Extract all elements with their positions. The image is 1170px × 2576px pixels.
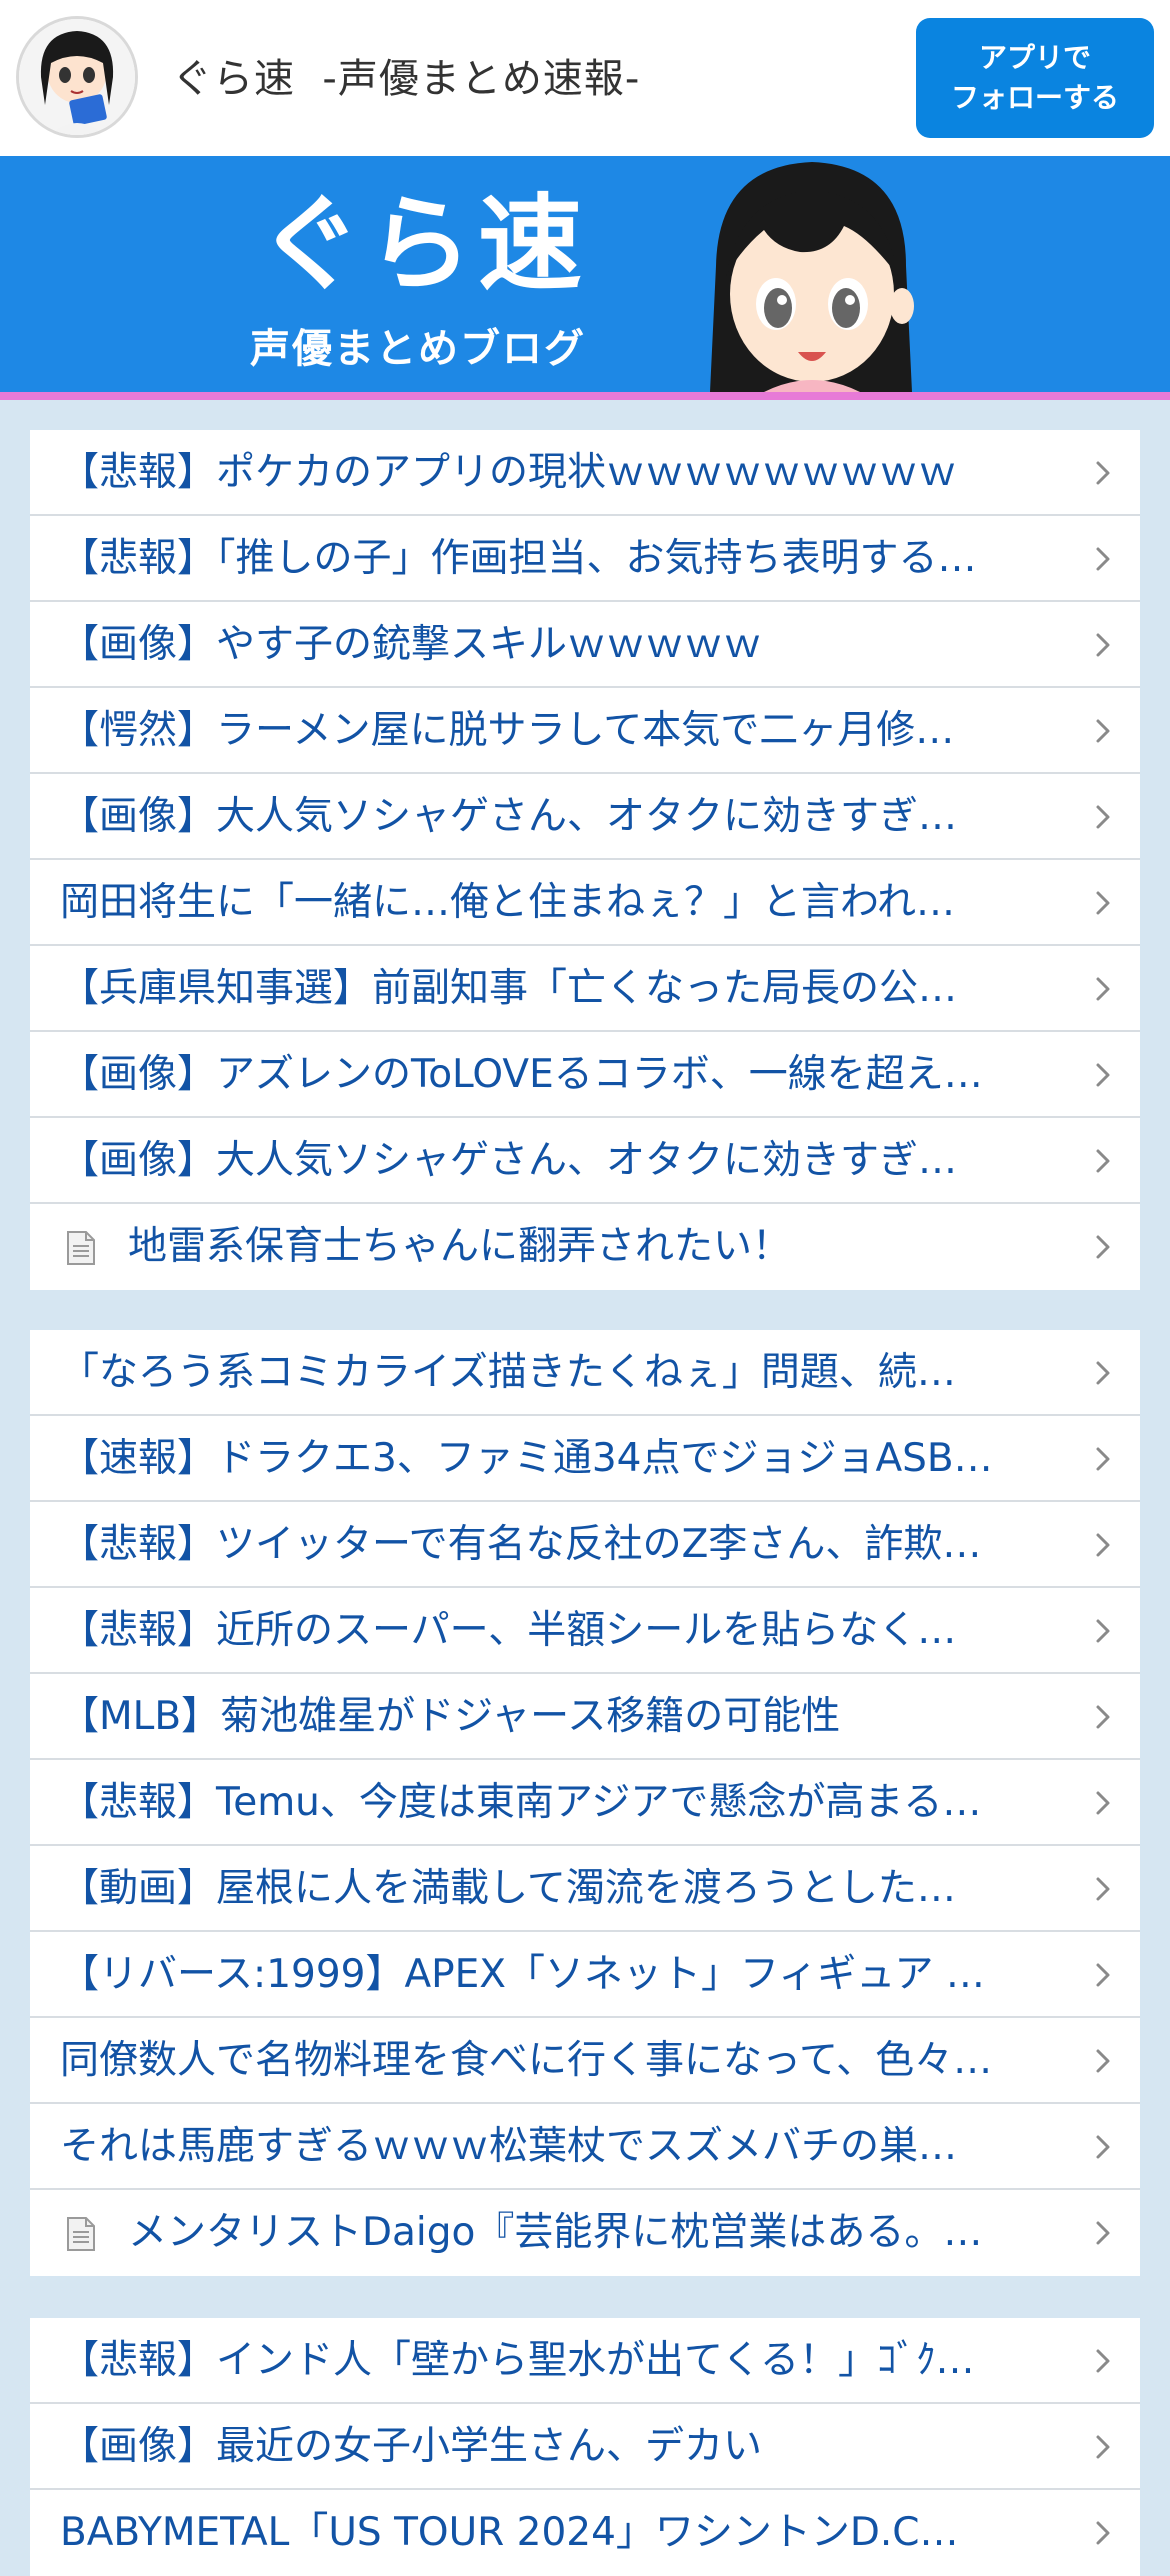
- chevron-right-icon: [1090, 1962, 1116, 1988]
- article-title: 【愕然】ラーメン屋に脱サラして本気で二ヶ月修…: [60, 708, 955, 753]
- chevron-right-icon: [1090, 804, 1116, 830]
- article-title: 【悲報】Temu、今度は東南アジアで懸念が高まる…: [60, 1780, 982, 1825]
- chevron-right-icon: [1090, 1234, 1116, 1260]
- chevron-right-icon: [1090, 632, 1116, 658]
- article-row[interactable]: メンタリストDaigo『芸能界に枕営業はある。…: [30, 2190, 1140, 2276]
- chevron-right-icon: [1090, 1704, 1116, 1730]
- article-title: 【悲報】インド人「壁から聖水が出てくる！」ｺﾞｸ…: [60, 2338, 975, 2383]
- article-row[interactable]: 【画像】最近の女子小学生さん、デカい: [30, 2404, 1140, 2490]
- chevron-right-icon: [1090, 718, 1116, 744]
- article-row[interactable]: 【悲報】「推しの子」作画担当、お気持ち表明する…: [30, 516, 1140, 602]
- chevron-right-icon: [1090, 1876, 1116, 1902]
- article-row[interactable]: それは馬鹿すぎるｗｗｗ松葉杖でスズメバチの巣…: [30, 2104, 1140, 2190]
- chevron-right-icon: [1090, 1360, 1116, 1386]
- article-row[interactable]: 【動画】屋根に人を満載して濁流を渡ろうとした…: [30, 1846, 1140, 1932]
- article-title: 【兵庫県知事選】前副知事「亡くなった局長の公…: [60, 966, 958, 1011]
- article-row[interactable]: 地雷系保育士ちゃんに翻弄されたい！: [30, 1204, 1140, 1290]
- chevron-right-icon: [1090, 1532, 1116, 1558]
- follow-button-line2: フォローする: [950, 81, 1119, 114]
- chevron-right-icon: [1090, 460, 1116, 486]
- chevron-right-icon: [1090, 2520, 1116, 2546]
- chevron-right-icon: [1090, 1062, 1116, 1088]
- article-row[interactable]: 【悲報】ツイッターで有名な反社のZ李さん、詐欺…: [30, 1502, 1140, 1588]
- article-title: 【画像】大人気ソシャゲさん、オタクに効きすぎ…: [60, 794, 958, 839]
- article-list-2: 「なろう系コミカライズ描きたくねぇ」問題、続… 【速報】ドラクエ3、ファミ通34点…: [30, 1330, 1140, 2276]
- chevron-right-icon: [1090, 2134, 1116, 2160]
- article-title: 【MLB】菊池雄星がドジャース移籍の可能性: [60, 1694, 841, 1739]
- mascot-illustration-icon: [710, 162, 914, 392]
- document-icon: [66, 2216, 96, 2252]
- article-row[interactable]: 同僚数人で名物料理を食べに行く事になって、色々…: [30, 2018, 1140, 2104]
- follow-button-line1: アプリで: [978, 41, 1091, 74]
- article-title: 【リバース:1999】APEX「ソネット」フィギュア …: [60, 1952, 985, 1997]
- article-row[interactable]: 【悲報】インド人「壁から聖水が出てくる！」ｺﾞｸ…: [30, 2318, 1140, 2404]
- chevron-right-icon: [1090, 1618, 1116, 1644]
- article-title: 「なろう系コミカライズ描きたくねぇ」問題、続…: [60, 1350, 956, 1395]
- article-title: 【悲報】ツイッターで有名な反社のZ李さん、詐欺…: [60, 1522, 982, 1567]
- article-row[interactable]: 【悲報】ポケカのアプリの現状ｗｗｗｗｗｗｗｗｗ: [30, 430, 1140, 516]
- site-avatar[interactable]: [16, 16, 138, 138]
- document-icon: [66, 1230, 96, 1266]
- article-title: BABYMETAL「US TOUR 2024」ワシントンD.C…: [60, 2510, 959, 2555]
- article-row[interactable]: 【兵庫県知事選】前副知事「亡くなった局長の公…: [30, 946, 1140, 1032]
- chevron-right-icon: [1090, 2348, 1116, 2374]
- article-title: 【悲報】近所のスーパー、半額シールを貼らなく…: [60, 1608, 957, 1653]
- banner-logo-text: ぐら速: [258, 183, 589, 305]
- chevron-right-icon: [1090, 890, 1116, 916]
- article-row[interactable]: 【速報】ドラクエ3、ファミ通34点でジョジョASB…: [30, 1416, 1140, 1502]
- banner-underline: [0, 392, 1170, 400]
- article-title: 【悲報】ポケカのアプリの現状ｗｗｗｗｗｗｗｗｗ: [60, 450, 958, 495]
- chevron-right-icon: [1090, 976, 1116, 1002]
- article-row[interactable]: 「なろう系コミカライズ描きたくねぇ」問題、続…: [30, 1330, 1140, 1416]
- article-row[interactable]: 【MLB】菊池雄星がドジャース移籍の可能性: [30, 1674, 1140, 1760]
- article-row[interactable]: 【リバース:1999】APEX「ソネット」フィギュア …: [30, 1932, 1140, 2018]
- article-title: 【画像】やす子の銃撃スキルｗｗｗｗｗ: [60, 622, 763, 667]
- article-title: 【動画】屋根に人を満載して濁流を渡ろうとした…: [60, 1866, 956, 1911]
- app-header: ぐら速 -声優まとめ速報- アプリで フォローする: [0, 0, 1170, 156]
- article-title: 【悲報】「推しの子」作画担当、お気持ち表明する…: [60, 536, 977, 581]
- chevron-right-icon: [1090, 2220, 1116, 2246]
- article-title: メンタリストDaigo『芸能界に枕営業はある。…: [128, 2210, 983, 2255]
- article-title: 【画像】大人気ソシャゲさん、オタクに効きすぎ…: [60, 1138, 958, 1183]
- article-row[interactable]: 【画像】やす子の銃撃スキルｗｗｗｗｗ: [30, 602, 1140, 688]
- article-title: 【画像】アズレンのToLOVEるコラボ、一線を超え…: [60, 1052, 983, 1097]
- article-list-1: 【悲報】ポケカのアプリの現状ｗｗｗｗｗｗｗｗｗ 【悲報】「推しの子」作画担当、お気…: [30, 430, 1140, 1290]
- article-row[interactable]: 岡田将生に「一緒に…俺と住まねぇ？」と言われ…: [30, 860, 1140, 946]
- article-title: 岡田将生に「一緒に…俺と住まねぇ？」と言われ…: [60, 880, 956, 925]
- chevron-right-icon: [1090, 2434, 1116, 2460]
- chevron-right-icon: [1090, 2048, 1116, 2074]
- chevron-right-icon: [1090, 1148, 1116, 1174]
- article-title: 【画像】最近の女子小学生さん、デカい: [60, 2424, 763, 2469]
- article-title: 同僚数人で名物料理を食べに行く事になって、色々…: [60, 2038, 993, 2083]
- article-title: それは馬鹿すぎるｗｗｗ松葉杖でスズメバチの巣…: [60, 2124, 958, 2169]
- site-title[interactable]: ぐら速 -声優まとめ速報-: [172, 46, 640, 104]
- article-row[interactable]: 【画像】大人気ソシャゲさん、オタクに効きすぎ…: [30, 1118, 1140, 1204]
- article-title: 地雷系保育士ちゃんに翻弄されたい！: [128, 1224, 792, 1269]
- article-row[interactable]: BABYMETAL「US TOUR 2024」ワシントンD.C…: [30, 2490, 1140, 2576]
- chevron-right-icon: [1090, 1446, 1116, 1472]
- chevron-right-icon: [1090, 546, 1116, 572]
- article-row[interactable]: 【画像】アズレンのToLOVEるコラボ、一線を超え…: [30, 1032, 1140, 1118]
- article-row[interactable]: 【悲報】Temu、今度は東南アジアで懸念が高まる…: [30, 1760, 1140, 1846]
- chevron-right-icon: [1090, 1790, 1116, 1816]
- article-row[interactable]: 【愕然】ラーメン屋に脱サラして本気で二ヶ月修…: [30, 688, 1140, 774]
- follow-in-app-button[interactable]: アプリで フォローする: [916, 18, 1154, 138]
- article-list-3: 【悲報】インド人「壁から聖水が出てくる！」ｺﾞｸ… 【画像】最近の女子小学生さん、…: [30, 2318, 1140, 2576]
- mascot-avatar-icon: [19, 19, 135, 135]
- article-row[interactable]: 【画像】大人気ソシャゲさん、オタクに効きすぎ…: [30, 774, 1140, 860]
- site-banner[interactable]: ぐら速 声優まとめブログ: [0, 156, 1170, 392]
- banner-subtitle: 声優まとめブログ: [250, 326, 586, 372]
- article-title: 【速報】ドラクエ3、ファミ通34点でジョジョASB…: [60, 1436, 993, 1481]
- article-row[interactable]: 【悲報】近所のスーパー、半額シールを貼らなく…: [30, 1588, 1140, 1674]
